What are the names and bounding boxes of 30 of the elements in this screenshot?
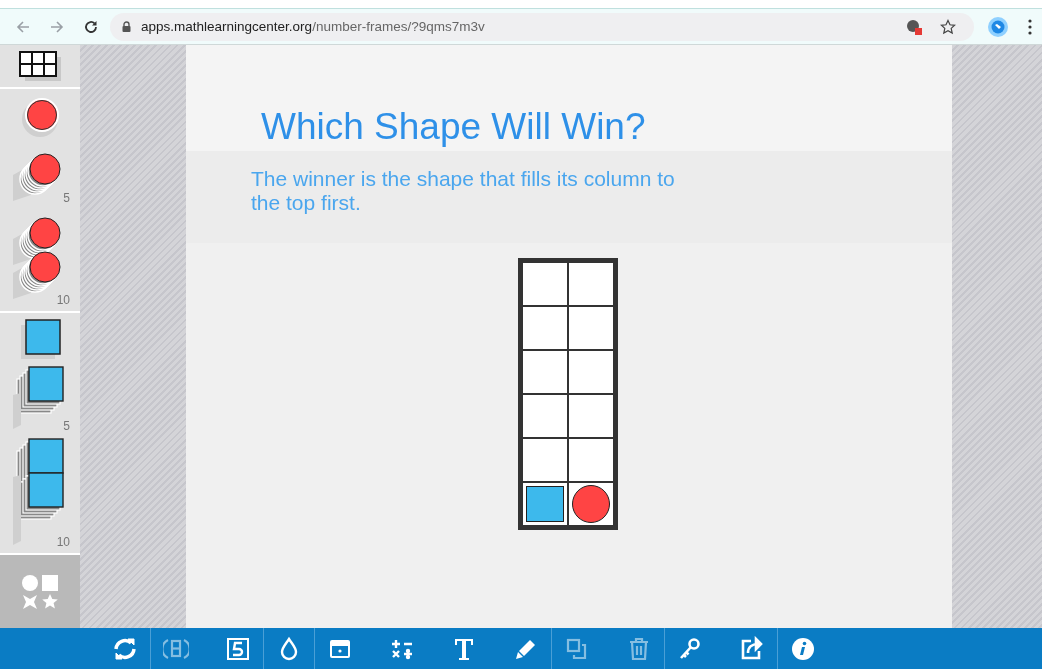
menu-icon[interactable] — [1028, 18, 1032, 35]
forward-icon[interactable] — [50, 19, 64, 34]
grid-tool-icon[interactable] — [19, 51, 61, 81]
frame-cell — [522, 306, 568, 350]
frame-cell — [522, 350, 568, 394]
share-button[interactable] — [739, 635, 765, 662]
back-icon[interactable] — [16, 19, 30, 34]
info-button[interactable] — [790, 635, 816, 662]
frame-cell — [568, 262, 614, 306]
five-button[interactable] — [225, 635, 251, 662]
refresh-button[interactable] — [112, 635, 138, 662]
count-label: 10 — [56, 535, 70, 549]
url-text: apps.mathlearningcenter.org/number-frames/?9qms7m3v — [141, 19, 485, 34]
frame-cell — [522, 262, 568, 306]
frame-cell — [568, 306, 614, 350]
count-label: 5 — [63, 419, 70, 433]
profile-icon[interactable] — [988, 16, 1008, 37]
frame-cell — [522, 394, 568, 438]
reload-icon[interactable] — [84, 19, 98, 34]
frame-cell — [568, 394, 614, 438]
instruction-text: The winner is the shape that fills its column to the top first. — [251, 167, 676, 215]
title: Which Shape Will Win? — [186, 45, 952, 151]
extension-icon[interactable] — [906, 18, 922, 35]
count-label: 5 — [63, 191, 70, 205]
tile-icon[interactable] — [18, 319, 62, 359]
count-label: 10 — [56, 293, 70, 307]
address-bar[interactable]: apps.mathlearningcenter.org/number-frames/?9qms7m3v — [110, 12, 974, 41]
frame-cell — [568, 350, 614, 394]
lock-icon — [122, 21, 131, 32]
star-icon[interactable] — [940, 18, 956, 35]
